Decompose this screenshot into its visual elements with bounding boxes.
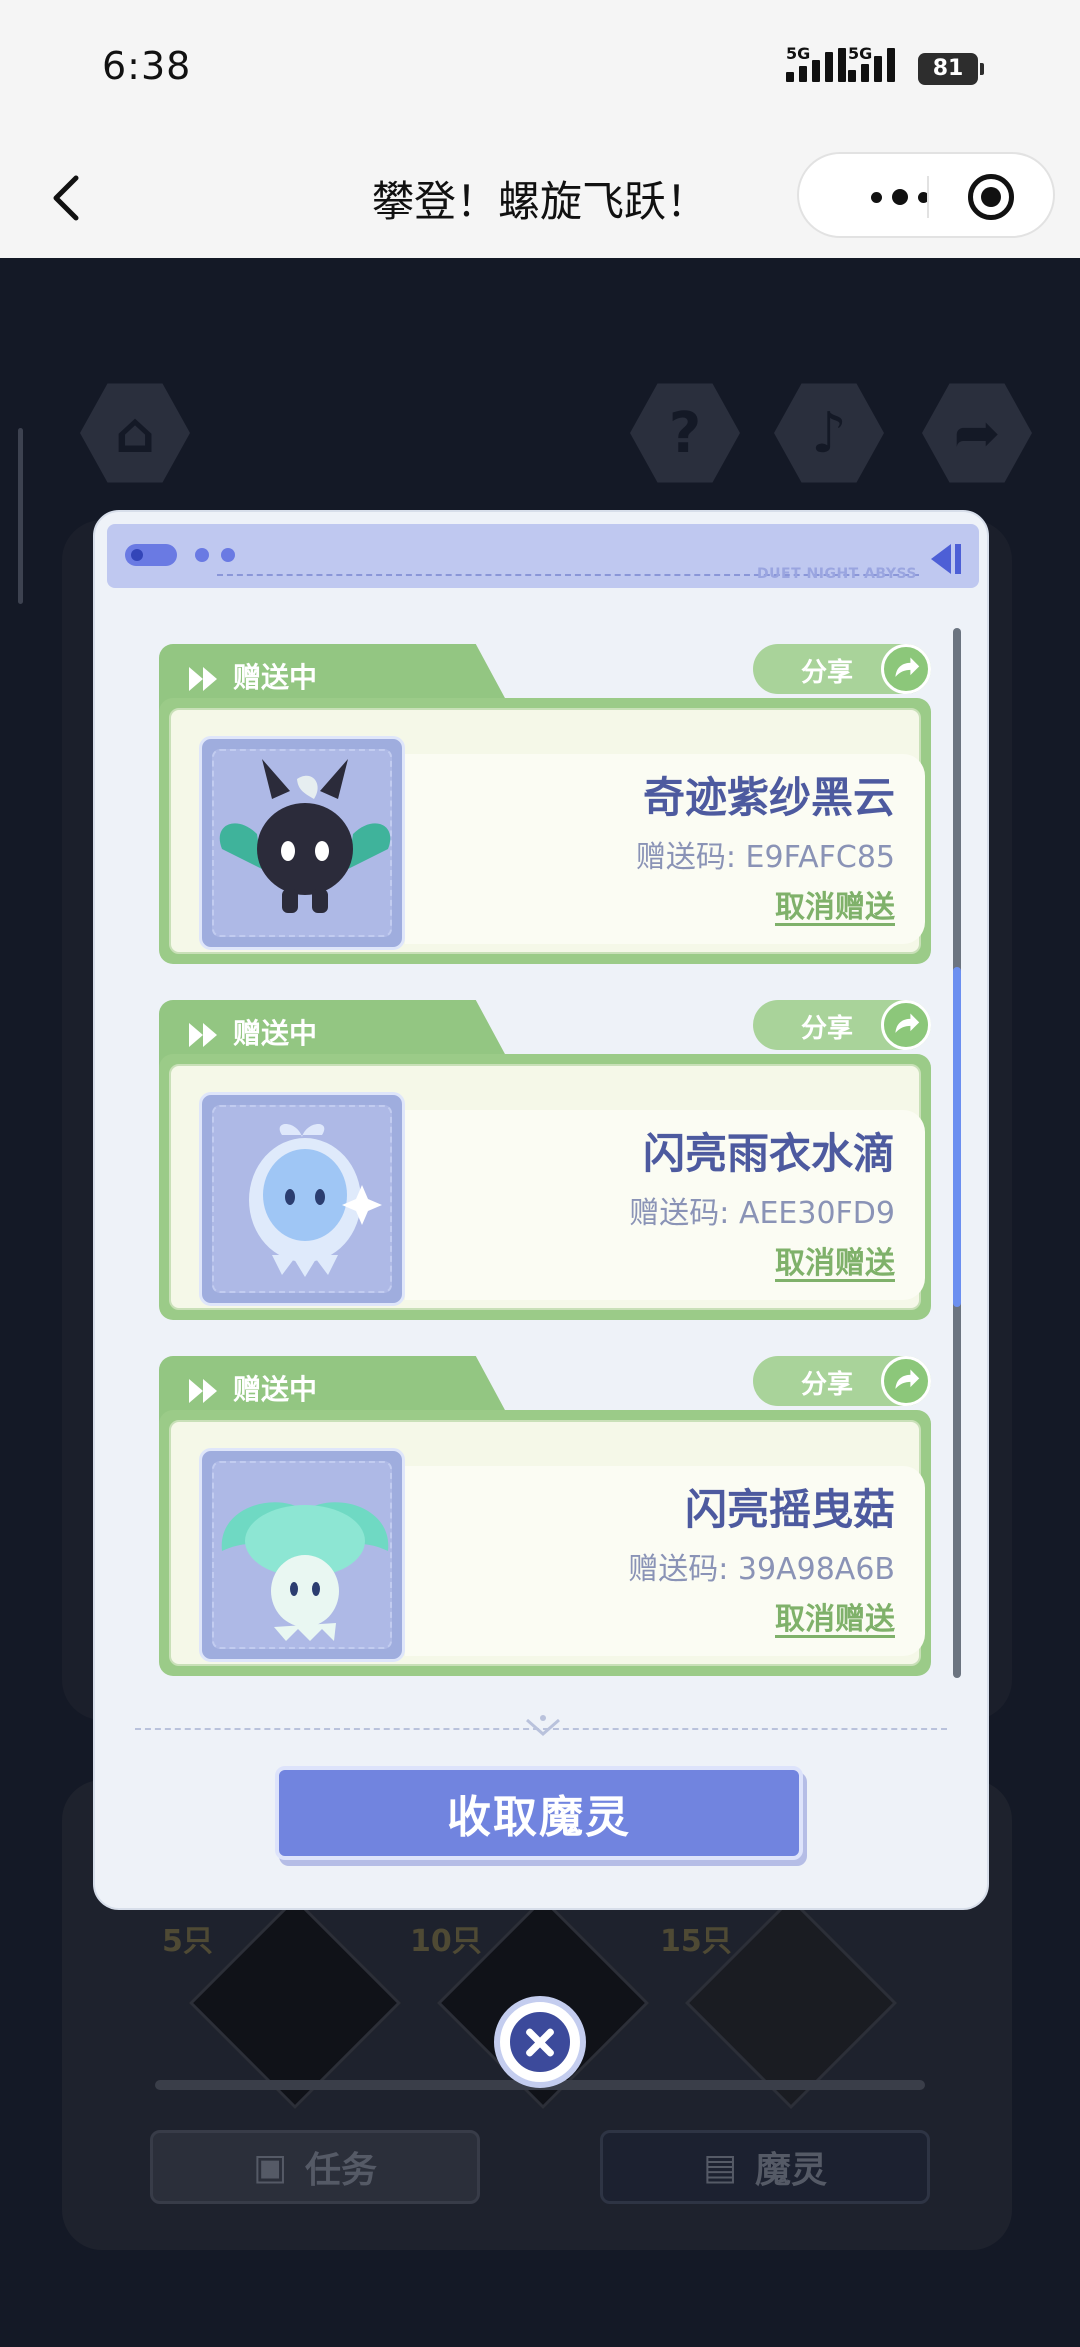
spirit-button-label: 魔灵 — [755, 2150, 828, 2191]
fast-forward-icon — [189, 1023, 217, 1047]
gift-card-inner: 奇迹紫纱黑云 赠送码: E9FAFC85 取消赠送 — [169, 708, 925, 954]
gift-status-label: 赠送中 — [233, 1017, 318, 1050]
share-button[interactable]: 分享 — [753, 1356, 931, 1406]
gift-name: 闪亮摇曳菇 — [684, 1485, 895, 1534]
more-options-icon[interactable] — [835, 174, 965, 220]
capsule-menu — [797, 152, 1055, 238]
task-icon: ▣ — [252, 2146, 287, 2188]
gift-code: 赠送码: 39A98A6B — [628, 1552, 895, 1587]
fast-forward-icon — [189, 667, 217, 691]
milestone-label: 10只 — [410, 1924, 482, 1959]
gift-list: 赠送中 分享 奇迹紫纱黑云 赠送码: E9FAFC85 取消赠送 赠送中 分享 … — [95, 512, 987, 1908]
gift-name: 闪亮雨衣水滴 — [642, 1129, 895, 1178]
black-cloud-creature-icon — [219, 759, 391, 913]
mini-program-title-bar: 攀登！螺旋飞跃！ — [0, 138, 1080, 258]
share-icon: ➦ — [922, 383, 1032, 483]
music-icon: ♪ — [774, 383, 884, 483]
gift-info: 闪亮雨衣水滴 赠送码: AEE30FD9 取消赠送 — [405, 1110, 925, 1300]
gift-modal: DUET NIGHT ABYSS 赠送中 分享 奇迹紫纱黑云 赠送码: E9FA… — [93, 510, 989, 1910]
battery-indicator: 81 — [918, 53, 984, 85]
gift-card: 赠送中 分享 闪亮摇曳菇 赠送码: 39A98A6B 取消赠送 — [159, 1356, 931, 1676]
share-arrow-icon — [881, 1000, 931, 1050]
gift-thumbnail — [199, 736, 405, 950]
gift-thumbnail — [199, 1448, 405, 1662]
share-button-label: 分享 — [801, 1014, 854, 1044]
share-button[interactable]: 分享 — [753, 1000, 931, 1050]
gift-info: 奇迹紫纱黑云 赠送码: E9FAFC85 取消赠送 — [405, 754, 925, 944]
share-button-label: 分享 — [801, 1370, 854, 1400]
divider-ornament-icon — [526, 1715, 560, 1736]
signal-icon: 5G — [786, 44, 846, 82]
gift-card-body: 闪亮摇曳菇 赠送码: 39A98A6B 取消赠送 — [159, 1410, 931, 1676]
gift-card: 赠送中 分享 闪亮雨衣水滴 赠送码: AEE30FD9 取消赠送 — [159, 1000, 931, 1320]
fast-forward-icon — [189, 1379, 217, 1403]
gift-card-inner: 闪亮摇曳菇 赠送码: 39A98A6B 取消赠送 — [169, 1420, 925, 1666]
capsule-divider — [927, 176, 929, 218]
gift-card: 赠送中 分享 奇迹紫纱黑云 赠送码: E9FAFC85 取消赠送 — [159, 644, 931, 964]
water-drop-creature-icon — [249, 1123, 382, 1277]
share-button-label: 分享 — [801, 658, 854, 688]
cancel-gift-link[interactable]: 取消赠送 — [775, 882, 895, 926]
gift-status-label: 赠送中 — [233, 661, 318, 694]
help-icon: ? — [630, 383, 740, 483]
home-icon: ⌂ — [80, 383, 190, 483]
close-miniprogram-icon[interactable] — [968, 174, 1014, 220]
task-button-label: 任务 — [305, 2150, 378, 2191]
milestone-label: 15只 — [660, 1924, 732, 1959]
gift-code: 赠送码: E9FAFC85 — [635, 840, 895, 875]
folder-icon: ▤ — [702, 2146, 737, 2188]
status-time: 6:38 — [102, 44, 192, 88]
mushroom-creature-icon — [221, 1502, 389, 1641]
cancel-gift-link[interactable]: 取消赠送 — [775, 1238, 895, 1282]
close-modal-button[interactable] — [494, 1996, 586, 2088]
spirit-button: ▤ 魔灵 — [600, 2130, 930, 2204]
share-button[interactable]: 分享 — [753, 644, 931, 694]
collect-spirit-button[interactable]: 收取魔灵 — [275, 1766, 803, 1860]
signal-label: 5G — [786, 44, 811, 63]
scroll-indicator — [18, 428, 23, 604]
close-icon — [507, 2009, 573, 2075]
task-button: ▣ 任务 — [150, 2130, 480, 2204]
cancel-gift-link[interactable]: 取消赠送 — [775, 1594, 895, 1638]
share-arrow-icon — [881, 1356, 931, 1406]
signal-label: 5G — [848, 44, 873, 63]
signal-icon: 5G — [848, 44, 895, 82]
status-bar: 6:38 5G 5G 81 — [0, 0, 1080, 138]
gift-card-inner: 闪亮雨衣水滴 赠送码: AEE30FD9 取消赠送 — [169, 1064, 925, 1310]
gift-card-body: 奇迹紫纱黑云 赠送码: E9FAFC85 取消赠送 — [159, 698, 931, 964]
milestone-label: 5只 — [162, 1924, 213, 1959]
gift-card-body: 闪亮雨衣水滴 赠送码: AEE30FD9 取消赠送 — [159, 1054, 931, 1320]
gift-status-label: 赠送中 — [233, 1373, 318, 1406]
gift-name: 奇迹紫纱黑云 — [642, 773, 895, 822]
share-arrow-icon — [881, 644, 931, 694]
gift-code: 赠送码: AEE30FD9 — [629, 1196, 895, 1231]
gift-info: 闪亮摇曳菇 赠送码: 39A98A6B 取消赠送 — [405, 1466, 925, 1656]
gift-thumbnail — [199, 1092, 405, 1306]
